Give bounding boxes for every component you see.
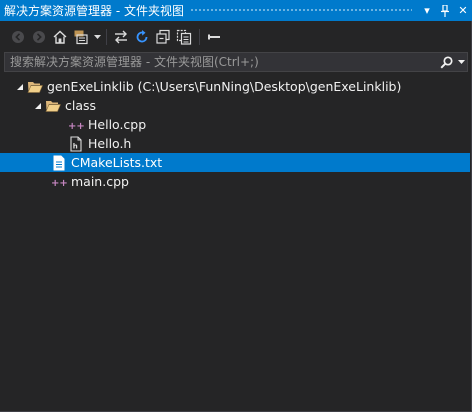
file-tree: genExeLinklib (C:\Users\FunNing\Desktop\… xyxy=(0,77,470,191)
tree-item-label: class xyxy=(65,98,97,113)
sync-with-active-document-button[interactable] xyxy=(111,27,131,47)
back-icon xyxy=(12,31,24,43)
home-button[interactable] xyxy=(50,27,70,47)
close-button[interactable]: ✕ xyxy=(454,2,472,20)
switch-views-button[interactable] xyxy=(71,27,91,47)
tree-item-label: main.cpp xyxy=(71,174,129,189)
pin-icon xyxy=(441,4,449,17)
tree-item-folder-class[interactable]: class xyxy=(0,96,470,115)
expanded-arrow-icon xyxy=(35,102,41,109)
tree-item-label: Hello.cpp xyxy=(88,117,147,132)
tree-item-file-hello-h[interactable]: h Hello.h xyxy=(0,134,470,153)
panel-title-bar[interactable]: 解决方案资源管理器 - 文件夹视图 ▾ ✕ xyxy=(0,0,472,21)
collapse-all-button[interactable] xyxy=(153,27,173,47)
text-file-icon xyxy=(51,155,67,171)
tree-item-file-cmakelists[interactable]: CMakeLists.txt xyxy=(0,153,470,172)
solution-explorer-toolbar xyxy=(0,25,472,49)
home-icon xyxy=(53,30,67,44)
tree-item-label: genExeLinklib (C:\Users\FunNing\Desktop\… xyxy=(47,79,402,94)
cpp-file-icon: ++ xyxy=(68,117,84,133)
switch-views-icon xyxy=(74,30,88,45)
header-file-icon: h xyxy=(68,135,84,152)
chevron-down-icon xyxy=(457,60,465,64)
properties-icon xyxy=(208,34,220,40)
panel-title: 解决方案资源管理器 - 文件夹视图 xyxy=(4,4,184,18)
sync-with-active-document-icon xyxy=(115,30,127,44)
tree-item-label: CMakeLists.txt xyxy=(71,155,163,170)
tree-item-file-hello-cpp[interactable]: ++ Hello.cpp xyxy=(0,115,470,134)
expanded-arrow-icon xyxy=(17,83,23,90)
tree-item-file-main-cpp[interactable]: ++ main.cpp xyxy=(0,172,470,191)
collapse-all-icon xyxy=(156,29,170,44)
open-folder-icon xyxy=(45,98,61,114)
solution-explorer-panel: 解决方案资源管理器 - 文件夹视图 ▾ ✕ 搜索解决方案资源管理器 - 文件夹视… xyxy=(0,0,472,412)
refresh-button[interactable] xyxy=(132,27,152,47)
show-all-files-icon xyxy=(176,29,192,45)
properties-button[interactable] xyxy=(204,27,224,47)
auto-hide-pin-button[interactable] xyxy=(436,2,454,20)
search-button[interactable] xyxy=(437,53,455,71)
back-button[interactable] xyxy=(8,27,28,47)
svg-text:++: ++ xyxy=(68,121,84,132)
tree-item-root-folder[interactable]: genExeLinklib (C:\Users\FunNing\Desktop\… xyxy=(0,77,470,96)
tree-item-label: Hello.h xyxy=(88,136,132,151)
title-bar-grip[interactable] xyxy=(189,8,412,13)
switch-views-dropdown[interactable] xyxy=(92,27,102,47)
window-position-dropdown-button[interactable]: ▾ xyxy=(418,2,436,20)
refresh-icon xyxy=(136,30,148,43)
show-all-files-button[interactable] xyxy=(174,27,194,47)
toolbar-separator xyxy=(199,29,200,45)
toolbar-separator xyxy=(106,29,107,45)
open-folder-icon xyxy=(27,79,43,95)
expand-arrow[interactable] xyxy=(13,77,27,96)
chevron-down-icon xyxy=(93,35,101,39)
expand-arrow[interactable] xyxy=(31,96,45,115)
cpp-file-icon: ++ xyxy=(51,174,67,190)
search-icon xyxy=(439,55,453,69)
forward-button[interactable] xyxy=(29,27,49,47)
search-box[interactable] xyxy=(4,52,468,72)
forward-icon xyxy=(33,31,45,43)
svg-text:h: h xyxy=(73,142,78,150)
svg-text:++: ++ xyxy=(51,178,67,189)
search-options-dropdown[interactable] xyxy=(455,53,467,71)
search-input[interactable] xyxy=(5,53,437,71)
